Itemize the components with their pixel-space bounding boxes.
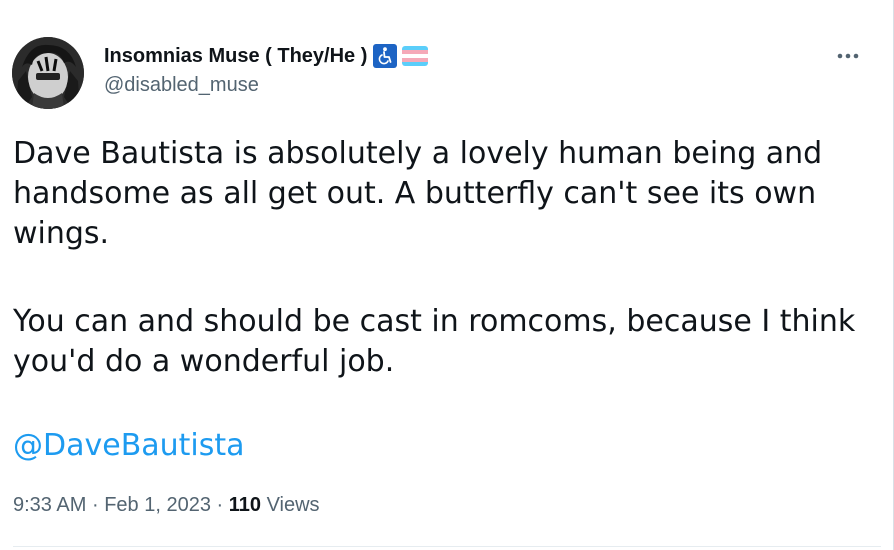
divider [13,546,881,547]
more-dots-icon [837,53,859,59]
trans-flag-icon [402,46,429,66]
views-count: 110 [228,494,261,516]
meta-separator: · [216,494,224,516]
accessibility-icon [373,44,398,68]
author-name-row: Insomnias Muse ( They/He ) [104,43,429,69]
author-handle[interactable]: @disabled_muse [104,74,259,97]
tweet-paragraph: You can and should be cast in romcoms, b… [13,304,856,379]
tweet-meta: 9:33 AM · Feb 1, 2023 · 110 Views [13,494,320,517]
avatar-image [12,37,84,109]
tweet-paragraph: Dave Bautista is absolutely a lovely hum… [13,136,823,251]
views-label: Views [266,494,320,516]
meta-separator: · [91,494,99,516]
tweet-date[interactable]: Feb 1, 2023 [104,494,211,516]
mention-link[interactable]: @DaveBautista [13,426,245,466]
author-display-name[interactable]: Insomnias Muse ( They/He ) [104,45,367,68]
avatar[interactable] [12,37,84,109]
tweet-time[interactable]: 9:33 AM [13,494,86,516]
more-options-button[interactable] [828,40,868,72]
tweet-card: Insomnias Muse ( They/He ) @disabled_mus… [0,0,894,550]
